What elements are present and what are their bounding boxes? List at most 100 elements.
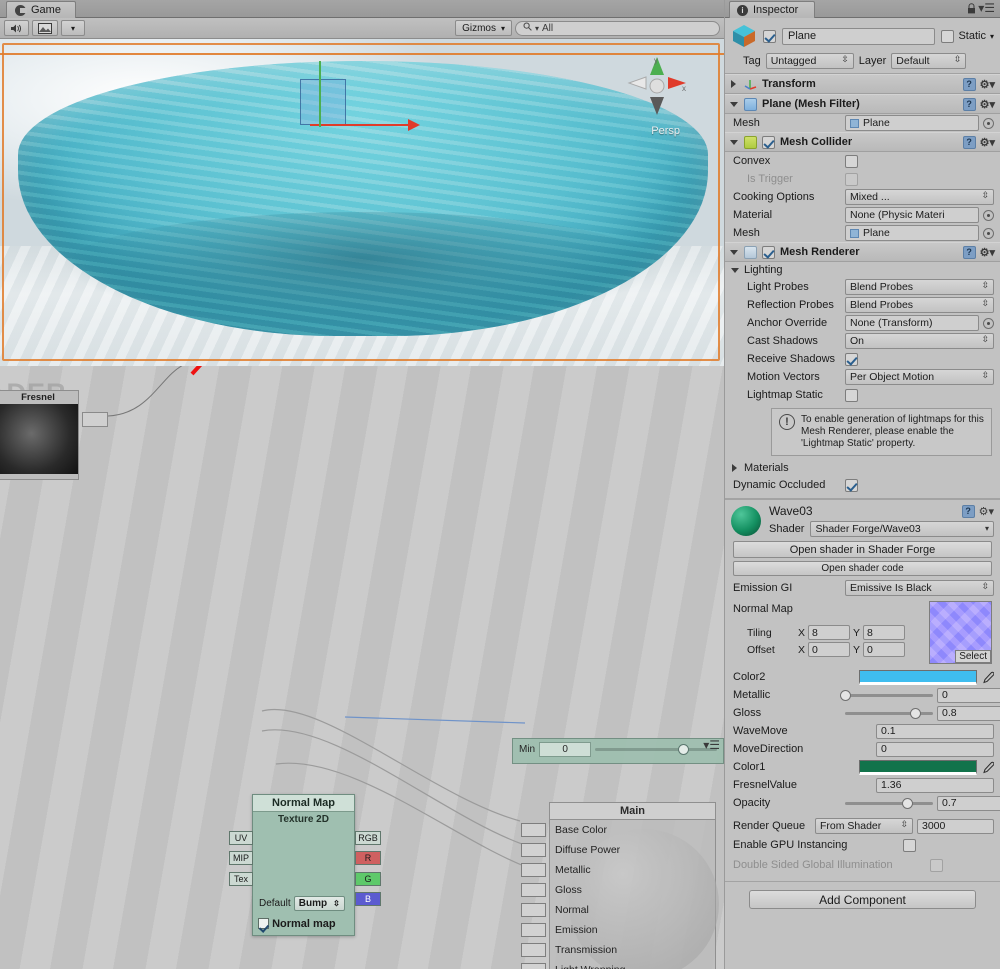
foldout-lighting[interactable] [731,266,740,275]
node-port-tex[interactable]: Tex [229,872,253,886]
help-icon[interactable]: ? [962,97,976,111]
material-value-field[interactable]: 0.8 [937,705,1000,721]
reflection-probes-dropdown[interactable]: Blend Probes ⇳ [845,297,994,313]
node-main-input-port[interactable] [521,883,546,897]
component-header-transform[interactable]: Transform ? ⚙▾ [725,74,1000,94]
game-viewport[interactable]: y x Persp [0,39,724,366]
static-checkbox[interactable] [941,29,955,43]
gpu-instancing-checkbox[interactable] [903,838,916,852]
gizmos-dropdown[interactable]: Gizmos ▾ [455,20,512,36]
help-icon[interactable]: ? [962,245,976,259]
object-picker-icon[interactable] [983,317,994,329]
node-main[interactable]: Main Base Color Diffuse Power Metallic Glos… [521,802,719,969]
object-name-field[interactable]: Plane [782,27,936,45]
open-in-shader-forge-button[interactable]: Open shader in Shader Forge [733,541,992,558]
tab-inspector[interactable]: i Inspector [729,1,816,18]
tiling-x-field[interactable]: 8 [808,625,851,640]
dynamic-occluded-checkbox[interactable] [845,478,858,492]
texture-select-button[interactable]: Select [955,650,991,663]
node-normal-map-default-dropdown[interactable]: Bump ⇳ [293,896,345,911]
foldout-transform[interactable] [730,79,739,89]
object-picker-icon[interactable] [983,117,994,129]
object-picker-icon[interactable] [983,227,994,239]
node-main-input-port[interactable] [521,943,546,957]
tab-game[interactable]: Game [6,1,76,18]
help-icon[interactable]: ? [961,504,975,518]
top-slider-track[interactable] [595,744,717,755]
material-value-field[interactable]: 0.1 [876,723,994,739]
node-main-row[interactable]: Base Color [521,820,715,840]
material-slider-track[interactable] [840,689,933,701]
node-normal-map-checkbox[interactable] [258,918,269,929]
gear-icon[interactable]: ⚙▾ [980,246,995,259]
node-main-input-port[interactable] [521,903,546,917]
audio-toggle-button[interactable] [4,20,29,36]
material-slider-track[interactable] [845,707,933,719]
open-shader-code-button[interactable]: Open shader code [733,561,992,576]
node-slider-partial[interactable]: Min 0 [512,738,724,764]
node-main-row[interactable]: Gloss [521,880,715,900]
node-main-row[interactable]: Emission [521,920,715,940]
mesh-collider-enabled-checkbox[interactable] [762,135,775,149]
mesh-renderer-enabled-checkbox[interactable] [762,245,775,259]
eyedropper-icon[interactable] [981,671,994,684]
help-icon[interactable]: ? [962,135,976,149]
node-port-b[interactable]: B [355,892,381,906]
node-main-row[interactable]: Normal [521,900,715,920]
light-probes-dropdown[interactable]: Blend Probes ⇳ [845,279,994,295]
shader-dropdown[interactable]: Shader Forge/Wave03 ▾ [810,521,994,537]
foldout-mesh-filter[interactable] [730,100,739,109]
foldout-mesh-renderer[interactable] [730,248,739,257]
node-port-uv[interactable]: UV [229,831,253,845]
object-picker-icon[interactable] [983,209,994,221]
gear-icon[interactable]: ⚙▾ [980,78,995,91]
node-main-input-port[interactable] [521,863,546,877]
transform-handle-plane[interactable] [300,79,346,125]
node-port-rgb[interactable]: RGB [355,831,381,845]
material-value-field[interactable]: 0 [876,741,994,757]
mesh-object-field[interactable]: Plane [845,115,979,131]
node-main-input-port[interactable] [521,923,546,937]
offset-y-field[interactable]: 0 [863,642,906,657]
material-value-field[interactable]: 0.7 [937,795,1000,811]
transform-axis-y[interactable] [319,61,321,127]
node-port-r[interactable]: R [355,851,381,865]
tag-dropdown[interactable]: Untagged ⇳ [765,53,854,69]
foldout-materials[interactable] [731,463,740,473]
tiling-y-field[interactable]: 8 [863,625,906,640]
section-materials[interactable]: Materials [725,460,1000,476]
top-slider-min-field[interactable]: 0 [539,742,592,757]
material-slider-knob[interactable] [840,689,851,701]
material-value-field[interactable]: 1.36 [876,777,994,793]
layer-dropdown[interactable]: Default ⇳ [891,53,967,69]
help-icon[interactable]: ? [962,77,976,91]
render-queue-dropdown[interactable]: From Shader ⇳ [815,818,913,834]
color-swatch[interactable] [859,759,977,775]
physic-material-field[interactable]: None (Physic Materi [845,207,979,223]
static-dropdown-caret[interactable]: ▾ [990,32,994,41]
add-component-button[interactable]: Add Component [749,890,976,909]
node-main-row[interactable]: Diffuse Power [521,840,715,860]
receive-shadows-checkbox[interactable] [845,352,858,366]
node-editor-menu-icon[interactable]: ▾☰ [703,738,720,752]
top-slider-knob[interactable] [678,744,689,755]
node-main-input-port[interactable] [521,963,546,969]
node-main-row[interactable]: Metallic [521,860,715,880]
node-port-mip[interactable]: MIP [229,851,253,865]
cooking-options-dropdown[interactable]: Mixed ... ⇳ [845,189,994,205]
gear-icon[interactable]: ⚙▾ [980,136,995,149]
emission-gi-dropdown[interactable]: Emissive Is Black ⇳ [845,580,994,596]
component-header-mesh-renderer[interactable]: Mesh Renderer ? ⚙▾ [725,242,1000,262]
inspector-menu-icon[interactable]: ▾☰ [978,2,995,14]
node-main-input-port[interactable] [521,843,546,857]
component-header-mesh-collider[interactable]: Mesh Collider ? ⚙▾ [725,132,1000,152]
scene-view-gizmo[interactable]: y x [624,53,690,119]
lock-icon[interactable] [967,3,976,14]
motion-vectors-dropdown[interactable]: Per Object Motion ⇳ [845,369,994,385]
collider-mesh-field[interactable]: Plane [845,225,979,241]
material-slider-knob[interactable] [901,797,913,809]
material-slider-knob[interactable] [910,707,922,719]
shader-forge-node-editor[interactable]: ADER ORGE Fresnel Min 0 ▾☰ Normal M [0,366,724,969]
convex-checkbox[interactable] [845,154,858,168]
stats-toggle-button[interactable] [32,20,58,36]
